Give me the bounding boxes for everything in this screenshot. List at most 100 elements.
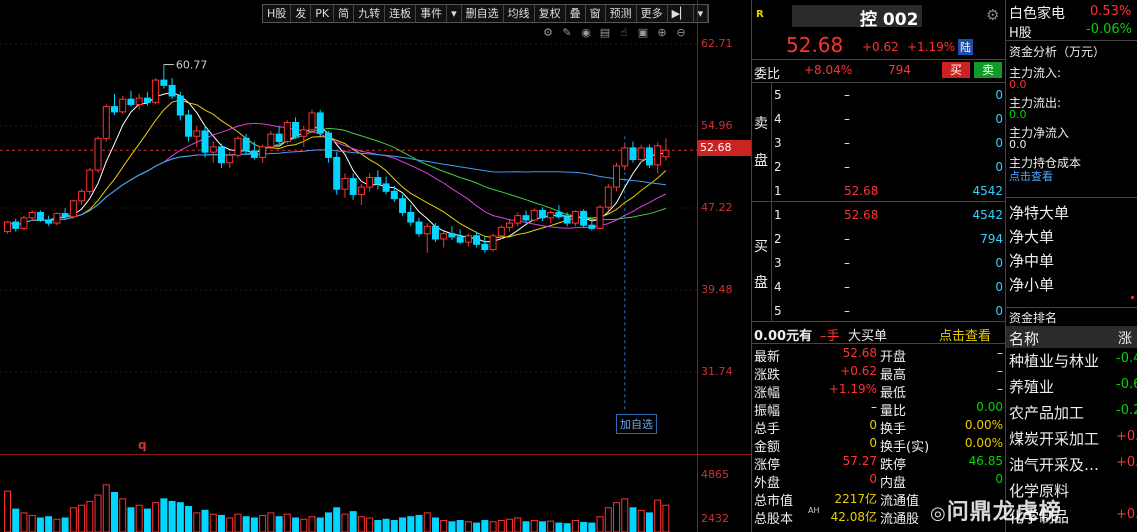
- buy-button[interactable]: 买: [942, 62, 970, 78]
- pane-divider: [0, 454, 751, 455]
- toolbar-item[interactable]: 更多: [637, 5, 668, 22]
- volume-bar: [135, 504, 143, 532]
- asks-volume: 4542: [972, 184, 1003, 198]
- axis-divider: [697, 0, 698, 532]
- volume-bar: [522, 521, 530, 532]
- toolbar-item[interactable]: 均线: [504, 5, 535, 22]
- volume-bar: [473, 522, 481, 532]
- candle-body: [275, 133, 283, 143]
- gear-icon[interactable]: ⚙: [986, 6, 999, 24]
- rank-item-name[interactable]: 油气开采及…: [1009, 454, 1099, 475]
- asks-level: 1: [774, 184, 782, 198]
- volume-bar: [604, 507, 612, 532]
- candle-body: [456, 236, 464, 243]
- stat-value-2: –: [997, 364, 1003, 378]
- stat-value-2: –: [997, 382, 1003, 396]
- volume-bar: [366, 517, 374, 532]
- rank-item-name[interactable]: 养殖业: [1009, 376, 1054, 397]
- stat-value-2: 0.00%: [964, 436, 1003, 450]
- volume-bar: [36, 517, 44, 532]
- price-tick: 31.74: [701, 365, 733, 378]
- candle-body: [464, 235, 472, 243]
- price-tick: 62.71: [701, 37, 733, 50]
- rank-item-name[interactable]: 种植业与林业: [1009, 350, 1099, 371]
- toolbar-item[interactable]: 窗: [586, 5, 606, 22]
- fund-value[interactable]: 点击查看: [1009, 168, 1053, 184]
- candle-body: [431, 225, 439, 240]
- stat-label-2: 跌停: [880, 458, 907, 473]
- toolbar-item[interactable]: 事件: [416, 5, 448, 22]
- candle-body: [217, 146, 225, 164]
- rank-item-name[interactable]: 农产品加工: [1009, 402, 1084, 423]
- toolbar-item[interactable]: 复权: [535, 5, 566, 22]
- toolbar-item[interactable]: 预测: [606, 5, 637, 22]
- candle-body: [28, 212, 36, 219]
- candlestick-chart[interactable]: 60.77: [0, 30, 697, 455]
- rank-item-name[interactable]: 煤炭开采加工: [1009, 428, 1099, 449]
- stat-value: +1.19%: [828, 382, 877, 396]
- toolbar-item[interactable]: 发: [291, 5, 312, 22]
- candle-body: [440, 233, 448, 240]
- watermark: ◎问鼎龙虎榜: [930, 500, 1062, 525]
- stat-value-2: 0.00: [976, 400, 1003, 414]
- exchange-tag: 陆: [958, 39, 973, 55]
- candle-body: [267, 133, 275, 148]
- toolbar-item[interactable]: ▶▏: [668, 5, 694, 22]
- candle-body: [308, 112, 316, 131]
- toolbar-item[interactable]: 连板: [385, 5, 417, 22]
- stat-label: 振幅: [754, 404, 781, 419]
- volume-bar: [78, 504, 86, 532]
- stat-label: 最新: [754, 350, 781, 365]
- rank-header-val[interactable]: 涨: [1118, 328, 1132, 348]
- candle-body: [185, 114, 193, 137]
- asks-price: –: [844, 88, 850, 102]
- toolbar-item[interactable]: 叠: [566, 5, 586, 22]
- candle-body: [94, 137, 102, 171]
- stat-value-2: 0: [995, 472, 1003, 486]
- toolbar-item[interactable]: 九转: [354, 5, 386, 22]
- candle-body: [366, 177, 374, 188]
- sector-name[interactable]: 白色家电: [1009, 3, 1065, 23]
- candle-body: [160, 79, 168, 86]
- toolbar-item[interactable]: H股: [263, 5, 292, 22]
- volume-bar: [506, 518, 514, 532]
- candle-body: [390, 190, 398, 200]
- bigorder-amount: 0.00元有: [754, 329, 813, 344]
- toolbar-item[interactable]: 删自选: [462, 5, 504, 22]
- toolbar-item[interactable]: PK: [311, 5, 335, 22]
- volume-bar: [481, 520, 489, 532]
- candle-body: [20, 217, 28, 229]
- asks-label-2: 盘: [754, 153, 768, 169]
- toolbar-item[interactable]: ▾: [447, 5, 462, 22]
- toolbar-item[interactable]: 简: [334, 5, 355, 22]
- bids-volume: 0: [995, 304, 1003, 318]
- bigorder-link[interactable]: 点击查看: [939, 325, 991, 344]
- bids-volume: 0: [995, 256, 1003, 270]
- add-watchlist-button[interactable]: 加自选: [616, 414, 657, 434]
- stat-value: 57.27: [842, 454, 877, 468]
- candle-body: [538, 209, 546, 219]
- fund-value: 0.0: [1009, 108, 1027, 121]
- stat-value: 2217亿: [834, 492, 877, 506]
- bids-volume: 794: [980, 232, 1003, 246]
- volume-bar: [555, 522, 563, 532]
- candle-body: [547, 212, 555, 219]
- stock-name: 控 002: [860, 10, 919, 30]
- hshare-name[interactable]: H股: [1009, 22, 1032, 41]
- candle-body: [481, 243, 489, 251]
- stat-label: 涨跌: [754, 368, 781, 383]
- stat-label: 外盘: [754, 476, 781, 491]
- volume-bar: [86, 500, 94, 532]
- volume-bar: [596, 516, 604, 532]
- stat-value: 0: [869, 436, 877, 450]
- candle-body: [53, 213, 61, 224]
- rank-header-name[interactable]: 名称: [1009, 328, 1039, 349]
- bids-volume: 0: [995, 280, 1003, 294]
- toolbar-item[interactable]: ▾: [694, 5, 709, 22]
- stat-value-2: 46.85: [968, 454, 1003, 468]
- net-flow-label: 净大单: [1009, 228, 1055, 246]
- stat-value-2: 0.00%: [964, 418, 1003, 432]
- stat-label-2: 流通值: [880, 494, 920, 509]
- sell-button[interactable]: 卖: [974, 62, 1002, 78]
- volume-bar: [629, 507, 637, 532]
